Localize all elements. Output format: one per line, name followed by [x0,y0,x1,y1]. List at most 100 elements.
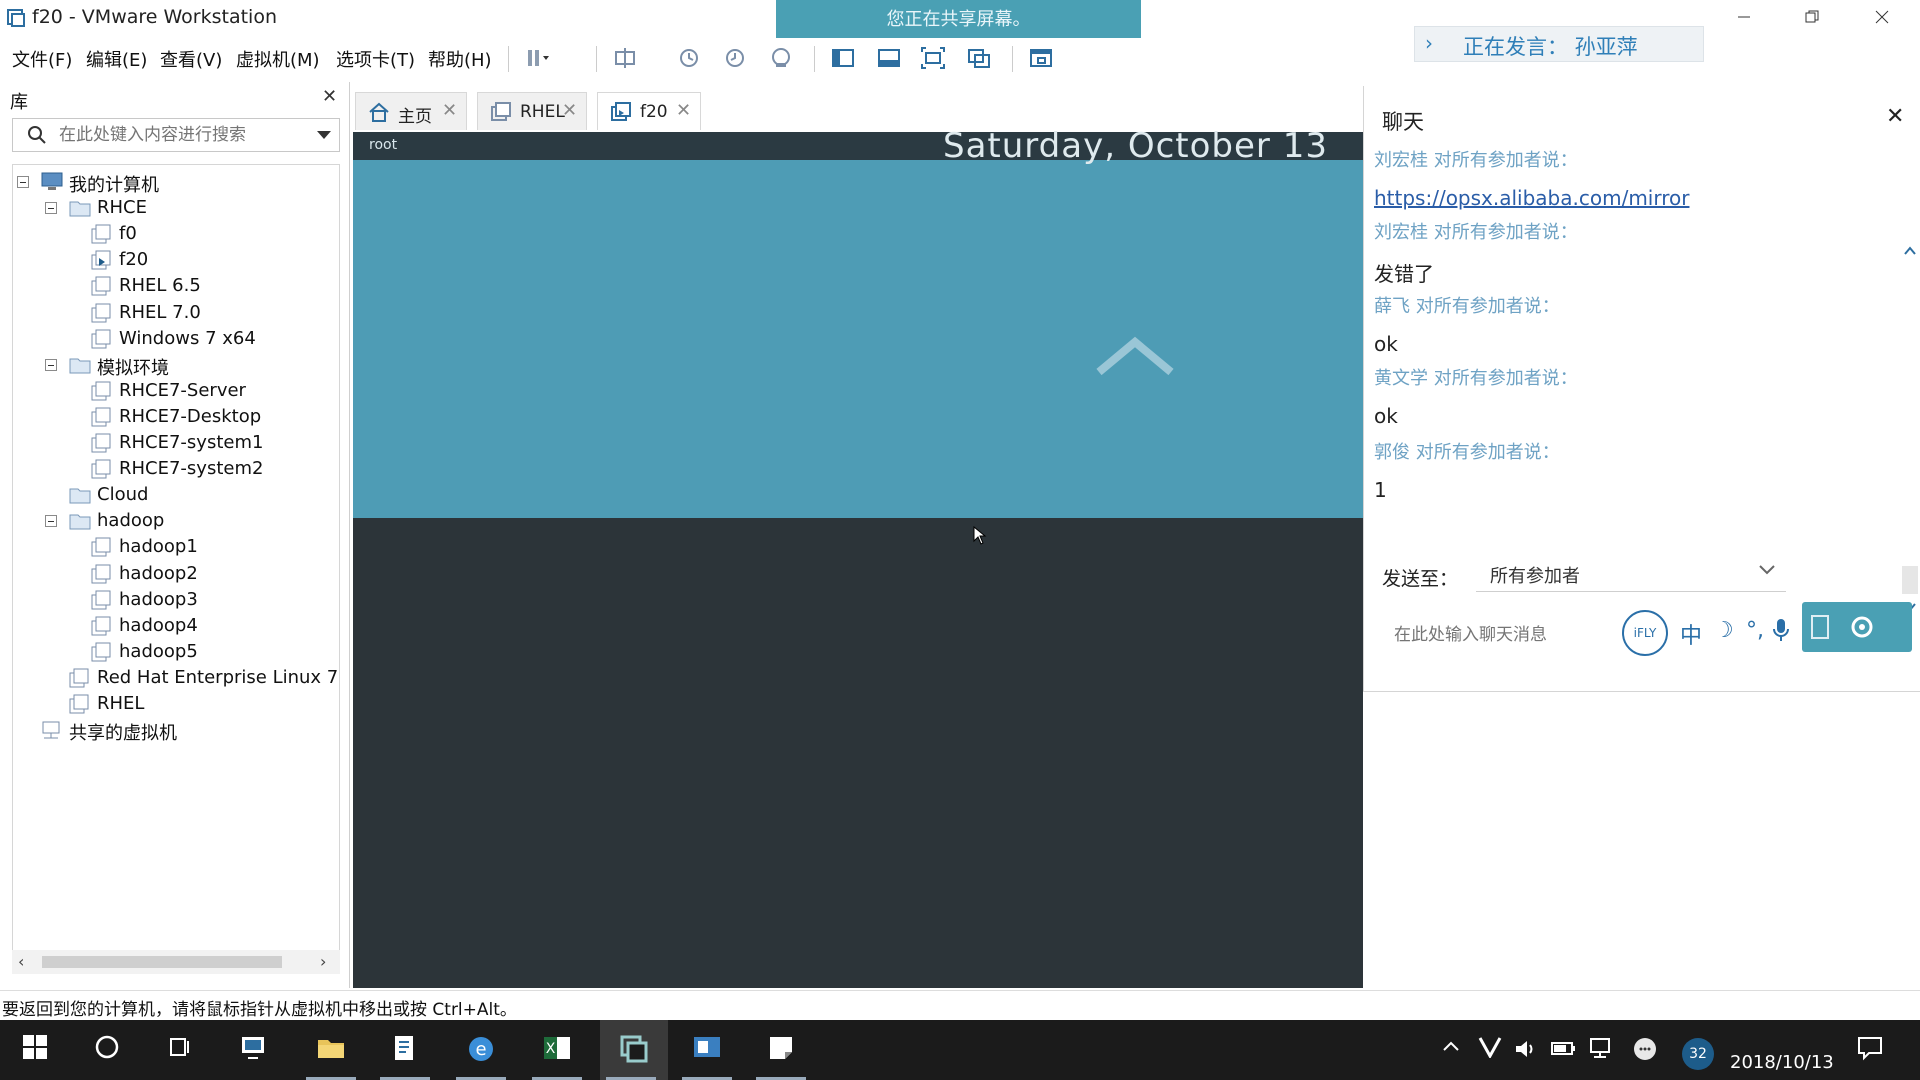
vm-date: Saturday, October 13 [943,126,1328,166]
active-speaker-banner[interactable]: › 正在发言： 孙亚萍 [1414,26,1704,62]
tree-item-label: 模拟环境 [97,357,169,379]
ime-toolbar: iFLY 中 ☽ °, [1616,608,1794,656]
chevron-up-icon[interactable] [1095,336,1175,378]
tree-item-label: f20 [119,249,149,271]
chat-scrollbar[interactable] [1900,154,1920,634]
chat-message: 郭俊 对所有参加者说： 1 [1374,438,1560,502]
library-search-box [12,118,340,152]
collapse-toggle-icon[interactable] [45,515,57,528]
vm-console[interactable]: root Saturday, October 13 [353,126,1363,988]
microphone-icon[interactable] [1772,618,1790,642]
tab-home[interactable]: 主页 ✕ [355,92,467,130]
vm-icon [91,381,113,401]
restore-button[interactable] [1778,0,1846,34]
send-button[interactable] [1802,602,1912,652]
menu-edit[interactable]: 编辑(E) [86,46,147,72]
tree-item-label: f0 [119,223,137,245]
tab-f20-close-icon[interactable]: ✕ [676,100,691,121]
scrollbar-thumb[interactable] [42,956,282,968]
internet-explorer-icon[interactable]: e [450,1020,512,1080]
excel-icon[interactable]: X [526,1020,588,1080]
tree-item-label: RHEL [97,693,145,714]
tab-f20[interactable]: f20 ✕ [597,92,701,130]
task-view-icon[interactable] [148,1020,210,1080]
vm-icon [610,102,632,122]
scroll-left-icon[interactable]: ‹ [18,952,24,971]
folder-icon [69,198,91,218]
show-library-icon[interactable] [826,42,860,74]
tray-app-icon[interactable] [1478,1036,1502,1058]
message-text: ok [1374,404,1398,428]
revert-snapshot-icon[interactable] [718,42,752,74]
file-explorer-icon[interactable] [300,1020,362,1080]
library-title: 库 [10,92,28,113]
menu-tabs[interactable]: 选项卡(T) [336,46,415,72]
moon-icon[interactable]: ☽ [1714,618,1734,643]
collapse-toggle-icon[interactable] [45,202,57,215]
vm-username: root [369,137,398,153]
library-panel: 库 ✕ 我的计算机RHCE f0 f20 RHEL 6.5 RHEL 7.0 Window… [0,82,350,988]
windows-taskbar: e X 32 2018/10/13 [0,1020,1920,1080]
tree-item-label: Windows 7 x64 [119,327,256,349]
status-message: 要返回到您的计算机，请将鼠标指针从虚拟机中移出或按 Ctrl+Alt。 [2,1000,517,1020]
sticky-notes-icon[interactable] [750,1020,812,1080]
folder-icon [69,355,91,375]
scroll-right-icon[interactable]: › [320,952,326,971]
console-view-icon[interactable] [1024,42,1058,74]
collapse-toggle-icon[interactable] [45,358,57,371]
snapshot-icon[interactable] [672,42,706,74]
tab-rhel[interactable]: RHEL ✕ [477,92,587,130]
vm-icon [91,224,113,244]
volume-icon[interactable] [1514,1038,1538,1060]
taskbar-date[interactable]: 2018/10/13 [1730,1052,1834,1073]
close-window-button[interactable] [1848,0,1916,34]
send-ctrl-alt-del-icon[interactable] [608,42,642,74]
menu-help[interactable]: 帮助(H) [428,46,492,72]
thumbnail-bar-icon[interactable] [872,42,906,74]
tree-item-label: Red Hat Enterprise Linux 7 6 [97,666,340,688]
document-app-icon[interactable] [374,1020,436,1080]
snapshot-manager-icon[interactable] [764,42,798,74]
search-dropdown-icon[interactable] [317,131,331,139]
chat-tray-icon[interactable] [1632,1036,1658,1062]
cortana-search-icon[interactable] [76,1020,138,1080]
vm-icon [91,590,113,610]
menu-file[interactable]: 文件(F) [12,46,72,72]
vm-icon [91,276,113,296]
battery-icon[interactable] [1550,1038,1576,1058]
tree-item-label: Cloud [97,484,149,506]
tab-rhel-close-icon[interactable]: ✕ [562,100,577,121]
start-button[interactable] [4,1020,66,1080]
menu-view[interactable]: 查看(V) [160,46,222,72]
meeting-app-icon[interactable] [676,1020,738,1080]
library-horizontal-scrollbar[interactable]: ‹ › [12,950,340,974]
chat-close-icon[interactable]: ✕ [1886,104,1904,129]
ime-language-toggle[interactable]: 中 [1680,618,1702,650]
vm-lock-screen-shade[interactable]: root Saturday, October 13 [353,126,1363,518]
chat-message-input[interactable] [1394,620,1584,650]
send-to-select[interactable]: 所有参加者 [1476,556,1786,592]
unity-mode-icon[interactable] [962,42,996,74]
status-bar: 要返回到您的计算机，请将鼠标指针从虚拟机中移出或按 Ctrl+Alt。 [0,990,1920,1020]
punctuation-icon[interactable]: °, [1746,618,1764,643]
close-library-icon[interactable]: ✕ [322,86,337,107]
message-link[interactable]: https://opsx.alibaba.com/mirror [1374,186,1689,210]
tab-home-close-icon[interactable]: ✕ [442,100,457,121]
full-screen-icon[interactable] [916,42,950,74]
tree-item-label: hadoop5 [119,640,198,662]
minimize-button[interactable] [1710,0,1778,34]
network-icon[interactable] [1588,1036,1614,1060]
action-center-icon[interactable] [1856,1034,1884,1062]
menu-vm[interactable]: 虚拟机(M) [236,46,320,72]
collapse-toggle-icon[interactable] [17,176,29,188]
window-title: f20 - VMware Workstation [32,6,277,28]
notification-badge[interactable]: 32 [1682,1038,1714,1070]
vmware-taskbar-icon[interactable] [600,1020,668,1080]
ifly-logo-icon[interactable]: iFLY [1622,610,1668,656]
library-search-input[interactable] [59,123,309,147]
library-tree: 我的计算机 RHCE f0 f20 RHEL 6.5 RHEL 7.0 Windows 7 … [12,164,340,954]
vm-icon [69,694,91,714]
app-remote-icon[interactable] [224,1020,286,1080]
pause-vm-button[interactable] [520,42,554,74]
tray-overflow-icon[interactable] [1442,1040,1460,1052]
